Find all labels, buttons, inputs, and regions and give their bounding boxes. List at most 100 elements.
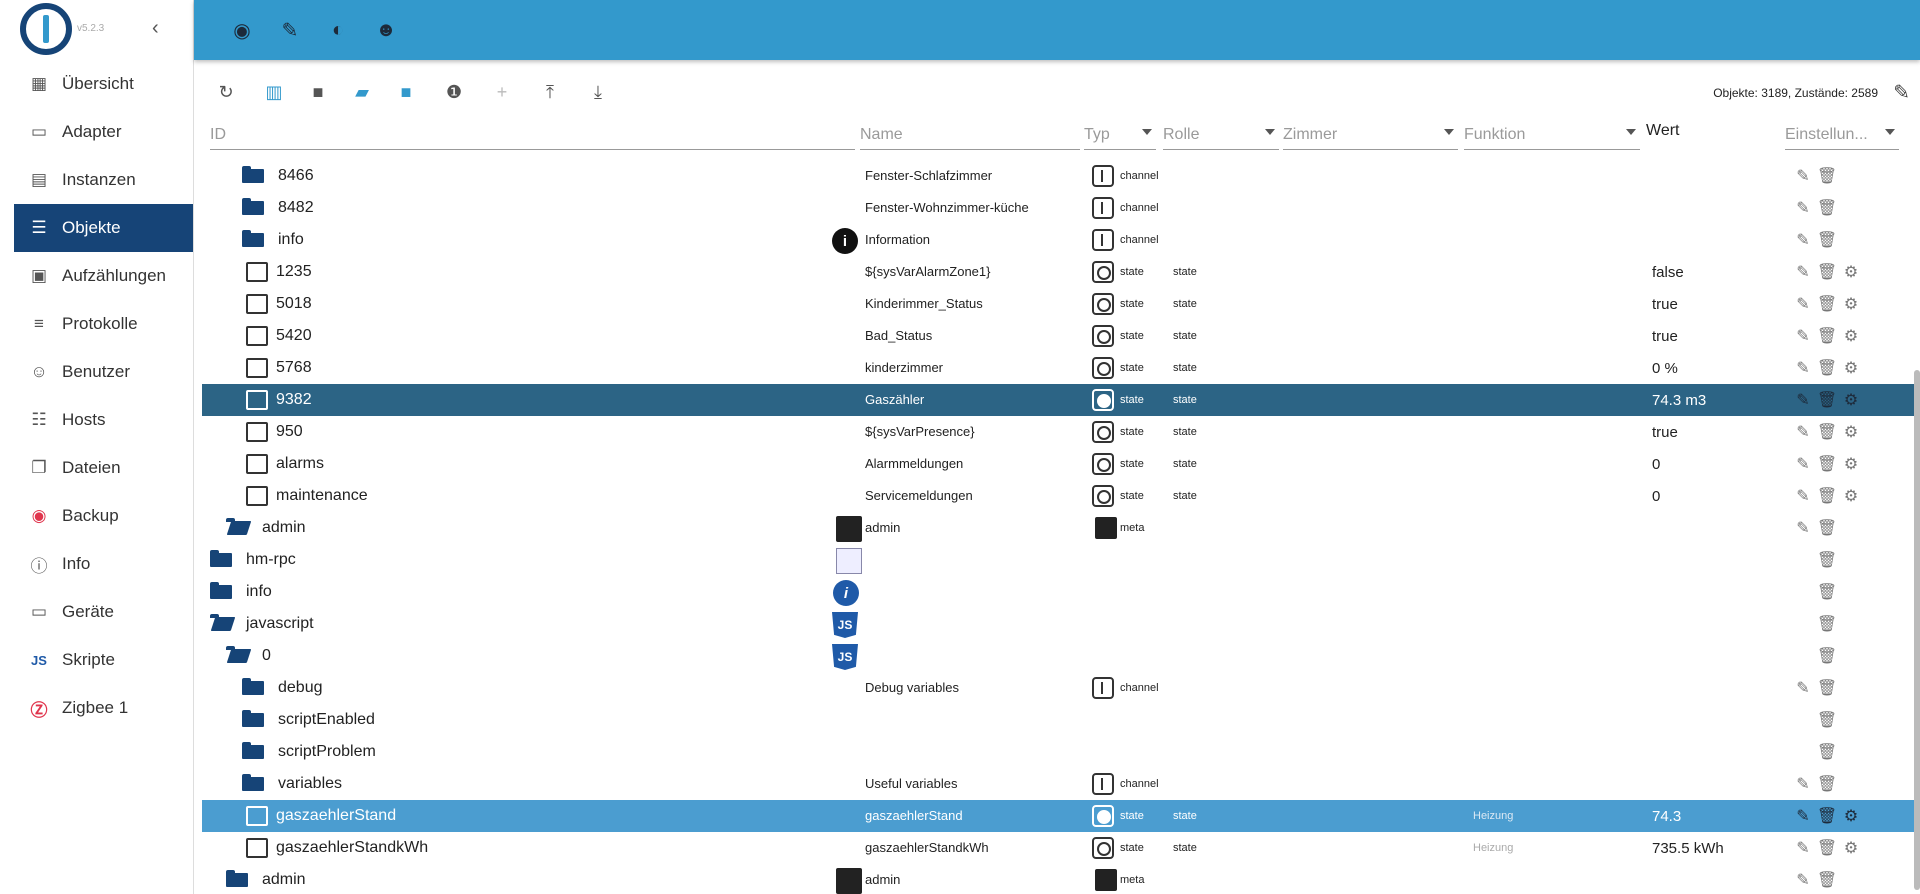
add-icon[interactable]: + [490, 80, 514, 104]
expert-mode-icon[interactable]: ☻ [373, 17, 399, 43]
table-row-highlighted[interactable]: gaszaehlerStand gaszaehlerStand state st… [202, 800, 1914, 832]
row-value[interactable]: true [1652, 424, 1678, 441]
sidebar-item-aufzaehlungen[interactable]: ▣ Aufzählungen [14, 252, 193, 300]
gear-icon[interactable]: ⚙ [1842, 263, 1860, 281]
delete-icon[interactable]: 🗑 [1817, 327, 1837, 345]
edit-icon[interactable]: ✎ [1794, 359, 1812, 377]
edit-icon[interactable]: ✎ [1794, 423, 1812, 441]
table-row[interactable]: scriptProblem 🗑 [202, 736, 1914, 768]
wrench-icon[interactable]: ✎ [277, 17, 303, 43]
collapse-sidebar-icon[interactable]: ‹ [152, 17, 159, 40]
name-filter-input[interactable]: Name [860, 120, 1080, 150]
table-row[interactable]: 5768 kinderzimmer state state 0 % ✎ 🗑 ⚙ [202, 352, 1914, 384]
table-row[interactable]: info i Information channel ✎ 🗑 [202, 224, 1914, 256]
gear-icon[interactable]: ⚙ [1842, 487, 1860, 505]
table-row[interactable]: admin admin meta ✎ 🗑 [202, 512, 1914, 544]
theme-icon[interactable]: ◐ [325, 17, 351, 43]
settings-wrench-icon[interactable]: ✎ [1893, 80, 1910, 105]
scrollbar[interactable] [1914, 370, 1920, 890]
edit-icon[interactable]: ✎ [1794, 775, 1812, 793]
delete-icon[interactable]: 🗑 [1817, 551, 1837, 569]
edit-icon[interactable]: ✎ [1794, 487, 1812, 505]
sidebar-item-protokolle[interactable]: ≡ Protokolle [14, 300, 193, 348]
delete-icon[interactable]: 🗑 [1817, 199, 1837, 217]
table-row[interactable]: 8482 Fenster-Wohnzimmer-küche channel ✎ … [202, 192, 1914, 224]
delete-icon[interactable]: 🗑 [1817, 711, 1837, 729]
edit-icon[interactable]: ✎ [1794, 231, 1812, 249]
edit-icon[interactable]: ✎ [1794, 679, 1812, 697]
delete-icon[interactable]: 🗑 [1817, 871, 1837, 889]
delete-icon[interactable]: 🗑 [1817, 487, 1837, 505]
table-row[interactable]: variables Useful variables channel ✎ 🗑 [202, 768, 1914, 800]
delete-icon[interactable]: 🗑 [1817, 583, 1837, 601]
table-row[interactable]: gaszaehlerStandkWh gaszaehlerStandkWh st… [202, 832, 1914, 864]
delete-icon[interactable]: 🗑 [1817, 839, 1837, 857]
gear-icon[interactable]: ⚙ [1842, 423, 1860, 441]
delete-icon[interactable]: 🗑 [1817, 775, 1837, 793]
table-row[interactable]: 0 JS 🗑 [202, 640, 1914, 672]
table-row[interactable]: maintenance Servicemeldungen state state… [202, 480, 1914, 512]
table-row[interactable]: info i 🗑 [202, 576, 1914, 608]
row-value[interactable]: 74.3 [1652, 808, 1681, 825]
sidebar-item-zigbee[interactable]: Ⓩ Zigbee 1 [14, 684, 193, 732]
gear-icon[interactable]: ⚙ [1842, 391, 1860, 409]
edit-icon[interactable]: ✎ [1794, 455, 1812, 473]
sidebar-item-adapter[interactable]: ▭ Adapter [14, 108, 193, 156]
row-value[interactable]: true [1652, 296, 1678, 313]
edit-icon[interactable]: ✎ [1794, 807, 1812, 825]
edit-icon[interactable]: ✎ [1794, 839, 1812, 857]
delete-icon[interactable]: 🗑 [1817, 807, 1837, 825]
gear-icon[interactable]: ⚙ [1842, 839, 1860, 857]
gear-icon[interactable]: ⚙ [1842, 359, 1860, 377]
row-value[interactable]: 74.3 m3 [1652, 392, 1706, 409]
table-row[interactable]: 5420 Bad_Status state state true ✎ 🗑 ⚙ [202, 320, 1914, 352]
folder-collapse-icon[interactable]: ■ [394, 80, 418, 104]
sidebar-item-uebersicht[interactable]: ▦ Übersicht [14, 60, 193, 108]
sidebar-item-skripte[interactable]: JS Skripte [14, 636, 193, 684]
delete-icon[interactable]: 🗑 [1817, 391, 1837, 409]
table-row[interactable]: 8466 Fenster-Schlafzimmer channel ✎ 🗑 [202, 160, 1914, 192]
delete-icon[interactable]: 🗑 [1817, 679, 1837, 697]
columns-icon[interactable]: ▥ [262, 80, 286, 104]
delete-icon[interactable]: 🗑 [1817, 295, 1837, 313]
gear-icon[interactable]: ⚙ [1842, 327, 1860, 345]
row-value[interactable]: false [1652, 264, 1684, 281]
sidebar-item-backup[interactable]: ◉ Backup [14, 492, 193, 540]
folder-icon[interactable]: ■ [306, 80, 330, 104]
table-row[interactable]: alarms Alarmmeldungen state state 0 ✎ 🗑 … [202, 448, 1914, 480]
edit-icon[interactable]: ✎ [1794, 199, 1812, 217]
function-filter-select[interactable]: Funktion [1464, 120, 1640, 150]
edit-icon[interactable]: ✎ [1794, 327, 1812, 345]
gear-icon[interactable]: ⚙ [1842, 455, 1860, 473]
edit-icon[interactable]: ✎ [1794, 871, 1812, 889]
row-value[interactable]: 0 % [1652, 360, 1678, 377]
id-filter-input[interactable]: ID [210, 120, 855, 150]
table-row-selected[interactable]: 9382 Gaszähler state state 74.3 m3 ✎ 🗑 ⚙ [202, 384, 1914, 416]
delete-icon[interactable]: 🗑 [1817, 231, 1837, 249]
refresh-icon[interactable]: ↻ [214, 80, 238, 104]
delete-icon[interactable]: 🗑 [1817, 647, 1837, 665]
table-row[interactable]: hm-rpc 🗑 [202, 544, 1914, 576]
table-row[interactable]: 1235 ${sysVarAlarmZone1} state state fal… [202, 256, 1914, 288]
row-value[interactable]: 735.5 kWh [1652, 840, 1724, 857]
sidebar-item-dateien[interactable]: ❐ Dateien [14, 444, 193, 492]
role-filter-select[interactable]: Rolle [1163, 120, 1279, 150]
upload-icon[interactable]: ⤒ [538, 80, 562, 104]
edit-icon[interactable]: ✎ [1794, 263, 1812, 281]
delete-icon[interactable]: 🗑 [1817, 167, 1837, 185]
sidebar-item-hosts[interactable]: ☷ Hosts [14, 396, 193, 444]
table-row[interactable]: 950 ${sysVarPresence} state state true ✎… [202, 416, 1914, 448]
gear-icon[interactable]: ⚙ [1842, 807, 1860, 825]
edit-icon[interactable]: ✎ [1794, 391, 1812, 409]
eye-icon[interactable]: ◉ [229, 17, 255, 43]
gear-icon[interactable]: ⚙ [1842, 295, 1860, 313]
edit-icon[interactable]: ✎ [1794, 295, 1812, 313]
type-filter-select[interactable]: Typ [1084, 120, 1156, 150]
delete-icon[interactable]: 🗑 [1817, 455, 1837, 473]
settings-filter-select[interactable]: Einstellun... [1785, 120, 1899, 150]
folder-open-icon[interactable]: ▰ [350, 80, 374, 104]
row-value[interactable]: true [1652, 328, 1678, 345]
sidebar-item-geraete[interactable]: ▭ Geräte [14, 588, 193, 636]
delete-icon[interactable]: 🗑 [1817, 615, 1837, 633]
sidebar-item-objekte[interactable]: ☰ Objekte [14, 204, 193, 252]
